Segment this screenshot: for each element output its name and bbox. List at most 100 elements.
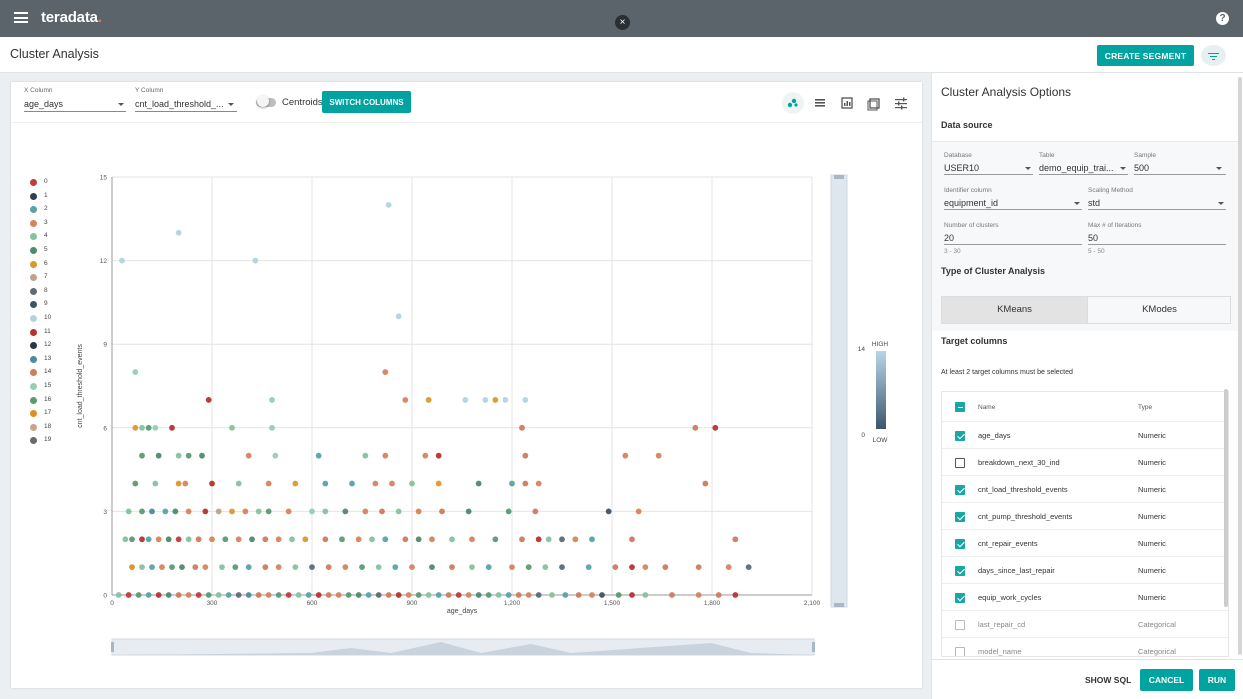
data-point: [155, 592, 162, 598]
column-type: Numeric: [1138, 485, 1166, 494]
identifier-select[interactable]: equipment_id: [944, 198, 998, 208]
legend-item[interactable]: 14: [30, 368, 70, 378]
select-all-checkbox[interactable]: [955, 402, 965, 412]
data-point: [139, 536, 145, 543]
data-point: [702, 480, 709, 487]
switch-columns-button[interactable]: SWITCH COLUMNS: [322, 91, 411, 113]
data-point: [145, 536, 152, 543]
tab-kmodes[interactable]: KModes: [1087, 297, 1231, 323]
run-button[interactable]: RUN: [1199, 669, 1235, 691]
legend-item[interactable]: 9: [30, 300, 70, 310]
legend-item[interactable]: 1: [30, 192, 70, 202]
data-point: [519, 536, 525, 543]
column-checkbox[interactable]: [955, 620, 965, 630]
scaling-select[interactable]: std: [1088, 198, 1100, 208]
data-point: [252, 257, 259, 264]
create-segment-button[interactable]: CREATE SEGMENT: [1097, 45, 1194, 66]
table-row[interactable]: cnt_load_threshold_events Numeric: [942, 476, 1228, 503]
data-point: [325, 592, 332, 598]
sliders-icon[interactable]: [890, 92, 912, 114]
column-checkbox[interactable]: [955, 647, 965, 656]
table-row[interactable]: cnt_pump_threshold_events Numeric: [942, 503, 1228, 530]
legend-item[interactable]: 17: [30, 409, 70, 419]
legend-item[interactable]: 6: [30, 260, 70, 270]
data-point: [395, 313, 402, 320]
cancel-button[interactable]: CANCEL: [1140, 669, 1193, 691]
column-checkbox[interactable]: [955, 593, 965, 603]
data-point: [205, 592, 212, 598]
legend-item[interactable]: 12: [30, 341, 70, 351]
table-select[interactable]: demo_equip_trai...: [1039, 163, 1114, 173]
legend-dot: [30, 342, 37, 350]
database-select[interactable]: USER10: [944, 163, 979, 173]
data-point: [245, 564, 252, 571]
filter-icon[interactable]: [1201, 45, 1226, 66]
column-checkbox[interactable]: [955, 431, 965, 441]
y-column-select[interactable]: cnt_load_threshold_...: [135, 99, 224, 109]
sample-select[interactable]: 500: [1134, 163, 1149, 173]
legend-item[interactable]: 10: [30, 314, 70, 324]
x-column-select[interactable]: age_days: [24, 99, 63, 109]
legend-item[interactable]: 5: [30, 246, 70, 256]
legend-label: 19: [44, 436, 52, 444]
column-checkbox[interactable]: [955, 512, 965, 522]
show-sql-button[interactable]: SHOW SQL: [1085, 675, 1131, 685]
data-point: [195, 592, 202, 598]
data-point: [145, 424, 152, 431]
table-row[interactable]: cnt_repair_events Numeric: [942, 530, 1228, 557]
type-heading: Type of Cluster Analysis: [941, 266, 1046, 276]
data-point: [635, 508, 642, 515]
x-zoom-slider: [111, 638, 815, 656]
panel-scrollbar[interactable]: [1238, 77, 1242, 655]
legend-label: 12: [44, 341, 52, 349]
legend-item[interactable]: 4: [30, 232, 70, 242]
legend-item[interactable]: 8: [30, 287, 70, 297]
legend-item[interactable]: 2: [30, 205, 70, 215]
table-row[interactable]: model_name Categorical: [942, 638, 1228, 656]
data-point: [322, 480, 329, 487]
data-point: [695, 592, 702, 598]
help-icon[interactable]: ?: [1216, 12, 1229, 25]
image-icon[interactable]: [863, 92, 885, 114]
table-row[interactable]: breakdown_next_30_ind Numeric: [942, 449, 1228, 476]
data-point: [262, 564, 269, 571]
tab-kmeans[interactable]: KMeans: [942, 297, 1087, 323]
legend-item[interactable]: 13: [30, 355, 70, 365]
close-icon[interactable]: ×: [615, 15, 630, 30]
data-point: [392, 564, 399, 571]
bar-chart-icon[interactable]: [836, 92, 858, 114]
clusters-input[interactable]: 20: [944, 233, 954, 243]
table-row[interactable]: last_repair_cd Categorical: [942, 611, 1228, 638]
legend-dot: [30, 410, 37, 418]
menu-icon[interactable]: [14, 12, 28, 23]
legend-item[interactable]: 7: [30, 273, 70, 283]
table-row[interactable]: equip_work_cycles Numeric: [942, 584, 1228, 611]
table-row[interactable]: age_days Numeric: [942, 422, 1228, 449]
list-icon[interactable]: [809, 92, 831, 114]
data-point: [559, 536, 565, 543]
legend-label: 0: [44, 178, 48, 185]
data-point: [522, 397, 529, 403]
centroids-toggle-knob[interactable]: [257, 95, 269, 107]
table-scrollbar[interactable]: [1224, 389, 1228, 607]
column-checkbox[interactable]: [955, 485, 965, 495]
data-point: [562, 592, 569, 598]
x-tick-label: 2,100: [804, 600, 821, 607]
column-checkbox[interactable]: [955, 566, 965, 576]
scaling-underline: [1088, 209, 1226, 210]
column-checkbox[interactable]: [955, 458, 965, 468]
table-row[interactable]: days_since_last_repair Numeric: [942, 557, 1228, 584]
iterations-input[interactable]: 50: [1088, 233, 1098, 243]
legend-item[interactable]: 3: [30, 219, 70, 229]
x-tick-label: 1,800: [704, 600, 721, 607]
legend-item[interactable]: 16: [30, 396, 70, 406]
column-checkbox[interactable]: [955, 539, 965, 549]
legend-label: 16: [44, 395, 52, 403]
legend-item[interactable]: 11: [30, 328, 70, 338]
legend-item[interactable]: 15: [30, 382, 70, 392]
scatter-icon[interactable]: [782, 92, 804, 114]
legend-item[interactable]: 0: [30, 178, 70, 188]
legend-item[interactable]: 18: [30, 423, 70, 433]
legend-item[interactable]: 19: [30, 436, 70, 446]
page-title: Cluster Analysis: [10, 47, 99, 61]
